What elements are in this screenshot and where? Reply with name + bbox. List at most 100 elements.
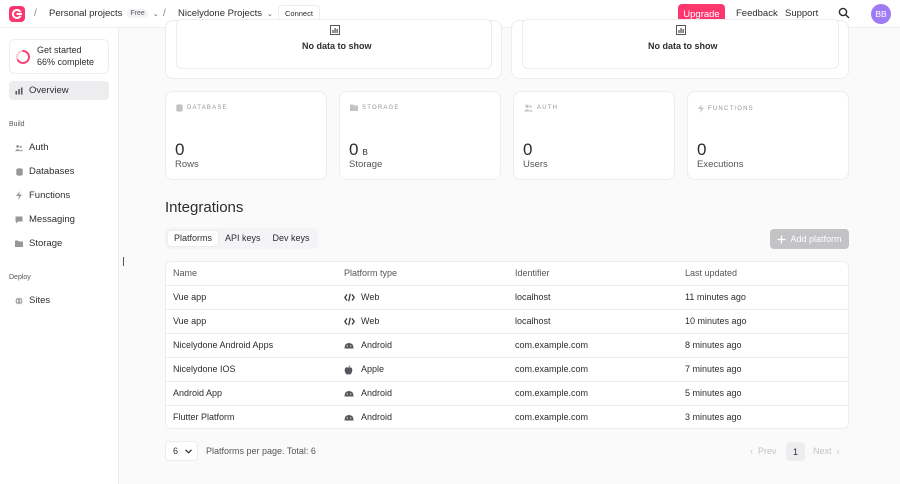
platform-identifier: com.example.com: [515, 340, 589, 350]
page-number-button[interactable]: 1: [786, 442, 805, 461]
sidebar-item-label: Sites: [29, 295, 51, 306]
stat-card-auth[interactable]: AUTH 0 Users: [513, 91, 675, 180]
breadcrumb-project[interactable]: Nicelydone Projects ⌄: [178, 8, 273, 19]
sidebar-item-label: Messaging: [29, 214, 75, 225]
platform-name: Flutter Platform: [173, 412, 235, 422]
platform-type: Web: [344, 310, 379, 333]
platform-type: Web: [344, 286, 379, 309]
sidebar-item-label: Storage: [29, 238, 63, 249]
apple-icon: [344, 364, 356, 375]
breadcrumb-organization[interactable]: Personal projects Free ⌄: [49, 8, 159, 19]
platform-type-label: Apple: [361, 364, 385, 374]
database-icon: [15, 167, 23, 176]
chart-placeholder-icon: [676, 25, 686, 35]
no-data-text: No data to show: [648, 41, 718, 51]
stat-caption: Users: [523, 159, 548, 170]
onboarding-progress-card[interactable]: Get started 66% complete: [9, 39, 109, 74]
tab-api-keys[interactable]: API keys: [219, 230, 267, 247]
table-row[interactable]: Android App Android com.example.com 5 minut…: [166, 382, 848, 406]
tab-dev-keys[interactable]: Dev keys: [267, 230, 316, 247]
table-row[interactable]: Flutter Platform Android com.example.com 3 …: [166, 406, 848, 428]
sidebar-item-storage[interactable]: Storage: [9, 234, 109, 253]
code-icon: [344, 293, 356, 302]
folder-icon: [350, 104, 358, 111]
chevron-down-icon: [185, 448, 192, 454]
platform-identifier: localhost: [515, 292, 551, 302]
project-name: Nicelydone Projects: [178, 8, 262, 19]
platform-identifier: localhost: [515, 316, 551, 326]
sidebar-item-auth[interactable]: Auth: [9, 138, 109, 157]
stat-value: 0: [697, 140, 706, 160]
breadcrumb-separator: /: [163, 8, 166, 19]
stat-card-storage[interactable]: STORAGE 0B Storage: [339, 91, 501, 180]
stat-card-database[interactable]: DATABASE 0 Rows: [165, 91, 327, 180]
platform-last-updated: 8 minutes ago: [685, 340, 742, 350]
stat-number: 0: [697, 140, 707, 159]
column-header-identifier[interactable]: Identifier: [515, 262, 550, 285]
message-icon: [15, 216, 23, 224]
chart-placeholder-icon: [330, 25, 340, 35]
sidebar-resize-handle[interactable]: [123, 257, 124, 266]
feedback-link[interactable]: Feedback: [736, 8, 778, 19]
android-icon: [344, 390, 356, 397]
add-platform-button[interactable]: Add platform: [770, 229, 849, 249]
platform-last-updated: 5 minutes ago: [685, 388, 742, 398]
sidebar-item-messaging[interactable]: Messaging: [9, 210, 109, 229]
sidebar-item-functions[interactable]: Functions: [9, 186, 109, 205]
stat-label: STORAGE: [350, 104, 400, 111]
table-row[interactable]: Nicelydone IOS Apple com.example.com 7 minu…: [166, 358, 848, 382]
per-page-value: 6: [173, 446, 179, 456]
database-icon: [176, 104, 183, 112]
stat-value: 0: [523, 140, 532, 160]
column-header-platform-type[interactable]: Platform type: [344, 262, 397, 285]
prev-page-button[interactable]: ‹ Prev: [750, 446, 777, 456]
sidebar-item-overview[interactable]: Overview: [9, 81, 109, 100]
android-icon: [344, 342, 356, 349]
stat-number: 0: [523, 140, 533, 159]
user-avatar[interactable]: BB: [871, 4, 891, 24]
stat-caption: Rows: [175, 159, 199, 170]
support-link[interactable]: Support: [785, 8, 818, 19]
platform-name: Vue app: [173, 292, 207, 302]
users-icon: [15, 144, 23, 152]
stat-label: AUTH: [524, 104, 558, 112]
pagination-summary: Platforms per page. Total: 6: [206, 446, 316, 456]
chart-icon: [15, 87, 23, 95]
chevron-down-icon: ⌄: [266, 10, 273, 18]
per-page-select[interactable]: 6: [165, 441, 198, 461]
table-row[interactable]: Vue app Web localhost 11 minutes ago: [166, 286, 848, 310]
table-row[interactable]: Nicelydone Android Apps Android com.exampl…: [166, 334, 848, 358]
platform-last-updated: 10 minutes ago: [685, 316, 747, 326]
platform-type: Android: [344, 406, 392, 428]
next-page-button[interactable]: Next ›: [813, 446, 840, 456]
platforms-table: Name Platform type Identifier Last updat…: [165, 261, 849, 429]
platform-last-updated: 7 minutes ago: [685, 364, 742, 374]
integrations-title: Integrations: [165, 199, 244, 216]
chart-card-right: No data to show: [511, 19, 849, 79]
plus-icon: [777, 235, 786, 243]
android-icon: [344, 414, 356, 421]
stat-value: 0B: [349, 140, 368, 160]
sidebar-item-sites[interactable]: Sites: [9, 291, 109, 310]
column-header-name[interactable]: Name: [173, 262, 197, 285]
folder-icon: [15, 240, 23, 248]
sidebar-item-label: Auth: [29, 142, 49, 153]
platform-identifier: com.example.com: [515, 412, 589, 422]
table-row[interactable]: Vue app Web localhost 10 minutes ago: [166, 310, 848, 334]
tab-platforms[interactable]: Platforms: [167, 230, 220, 247]
add-platform-label: Add platform: [790, 234, 842, 244]
chart-area: No data to show: [522, 19, 839, 69]
sidebar-item-label: Overview: [29, 85, 69, 96]
stat-label-text: STORAGE: [362, 104, 400, 111]
sidebar-item-label: Databases: [29, 166, 75, 177]
platform-type-label: Android: [361, 340, 393, 350]
breadcrumb-separator: /: [34, 8, 37, 19]
stat-card-functions[interactable]: FUNCTIONS 0 Executions: [687, 91, 849, 180]
plan-badge: Free: [127, 9, 148, 18]
no-data-text: No data to show: [302, 41, 372, 51]
organization-name: Personal projects: [49, 8, 123, 19]
column-header-last-updated[interactable]: Last updated: [685, 262, 737, 285]
sidebar-item-databases[interactable]: Databases: [9, 162, 109, 181]
platform-name: Android App: [173, 388, 223, 398]
appwrite-logo[interactable]: [9, 6, 25, 22]
